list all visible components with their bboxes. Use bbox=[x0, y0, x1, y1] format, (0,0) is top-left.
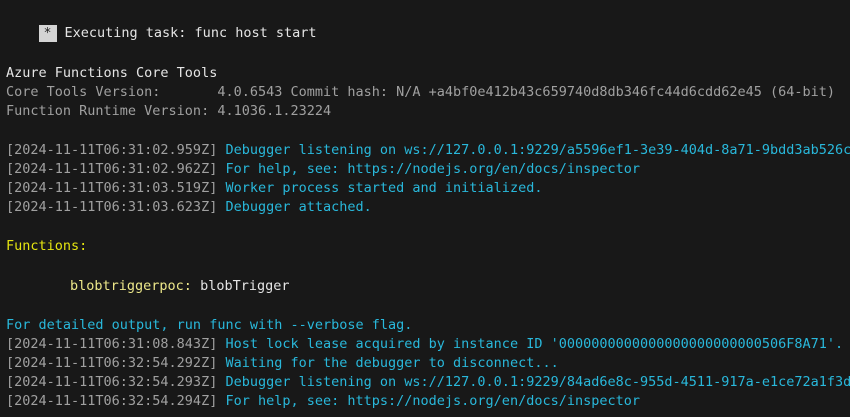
core-tools-version-label: Core Tools Version: bbox=[6, 84, 218, 100]
function-name: blobtriggerpoc: bbox=[70, 278, 192, 294]
log-timestamp: [2024-11-11T06:31:08.843Z] bbox=[6, 336, 218, 352]
log-message: Host lock lease acquired by instance ID … bbox=[225, 336, 844, 352]
runtime-version-line: Function Runtime Version: 4.1036.1.23224 bbox=[6, 102, 331, 121]
log-message: Debugger attached. bbox=[225, 199, 372, 215]
log-timestamp: [2024-11-11T06:31:02.962Z] bbox=[6, 161, 218, 177]
function-trigger: blobTrigger bbox=[200, 278, 290, 294]
function-entry: blobtriggerpoc: blobTrigger bbox=[70, 277, 289, 296]
log-line: [2024-11-11T06:31:02.962Z] For help, see… bbox=[6, 160, 640, 179]
log-message: For help, see: https://nodejs.org/en/doc… bbox=[225, 393, 640, 409]
log-timestamp: [2024-11-11T06:31:03.519Z] bbox=[6, 180, 218, 196]
verbose-hint: For detailed output, run func with --ver… bbox=[6, 317, 413, 333]
log-timestamp: [2024-11-11T06:32:54.292Z] bbox=[6, 355, 218, 371]
log-line: [2024-11-11T06:31:02.959Z] Debugger list… bbox=[6, 141, 850, 160]
log-line: [2024-11-11T06:32:54.294Z] For help, see… bbox=[6, 392, 640, 411]
task-title: Executing task: func host start bbox=[64, 25, 317, 41]
runtime-version-label: Function Runtime Version: bbox=[6, 103, 218, 119]
task-star-icon: * bbox=[38, 24, 57, 42]
runtime-version-value: 4.1036.1.23224 bbox=[217, 103, 332, 119]
log-timestamp: [2024-11-11T06:32:54.293Z] bbox=[6, 374, 218, 390]
task-header: * Executing task: func host start bbox=[6, 5, 316, 42]
log-message: Worker process started and initialized. bbox=[225, 180, 543, 196]
terminal-panel[interactable]: * Executing task: func host start Azure F… bbox=[0, 0, 850, 417]
log-line: [2024-11-11T06:32:54.292Z] Waiting for t… bbox=[6, 354, 559, 373]
core-tools-version-value: 4.0.6543 Commit hash: N/A +a4bf0e412b43c… bbox=[217, 84, 836, 100]
log-message: For help, see: https://nodejs.org/en/doc… bbox=[225, 161, 640, 177]
log-line: [2024-11-11T06:31:08.843Z] Host lock lea… bbox=[6, 335, 843, 354]
log-line: [2024-11-11T06:31:03.519Z] Worker proces… bbox=[6, 179, 542, 198]
log-line: [2024-11-11T06:32:54.293Z] Debugger list… bbox=[6, 373, 850, 392]
log-message: Debugger listening on ws://127.0.0.1:922… bbox=[225, 374, 850, 390]
log-message: Waiting for the debugger to disconnect..… bbox=[225, 355, 559, 371]
functions-heading: Functions: bbox=[6, 238, 88, 254]
log-line: [2024-11-11T06:31:03.623Z] Debugger atta… bbox=[6, 198, 372, 217]
core-tools-version-line: Core Tools Version: 4.0.6543 Commit hash… bbox=[6, 83, 835, 102]
log-timestamp: [2024-11-11T06:31:03.623Z] bbox=[6, 199, 218, 215]
product-name: Azure Functions Core Tools bbox=[6, 65, 218, 81]
log-timestamp: [2024-11-11T06:31:02.959Z] bbox=[6, 142, 218, 158]
log-message: Debugger listening on ws://127.0.0.1:922… bbox=[225, 142, 850, 158]
log-timestamp: [2024-11-11T06:32:54.294Z] bbox=[6, 393, 218, 409]
